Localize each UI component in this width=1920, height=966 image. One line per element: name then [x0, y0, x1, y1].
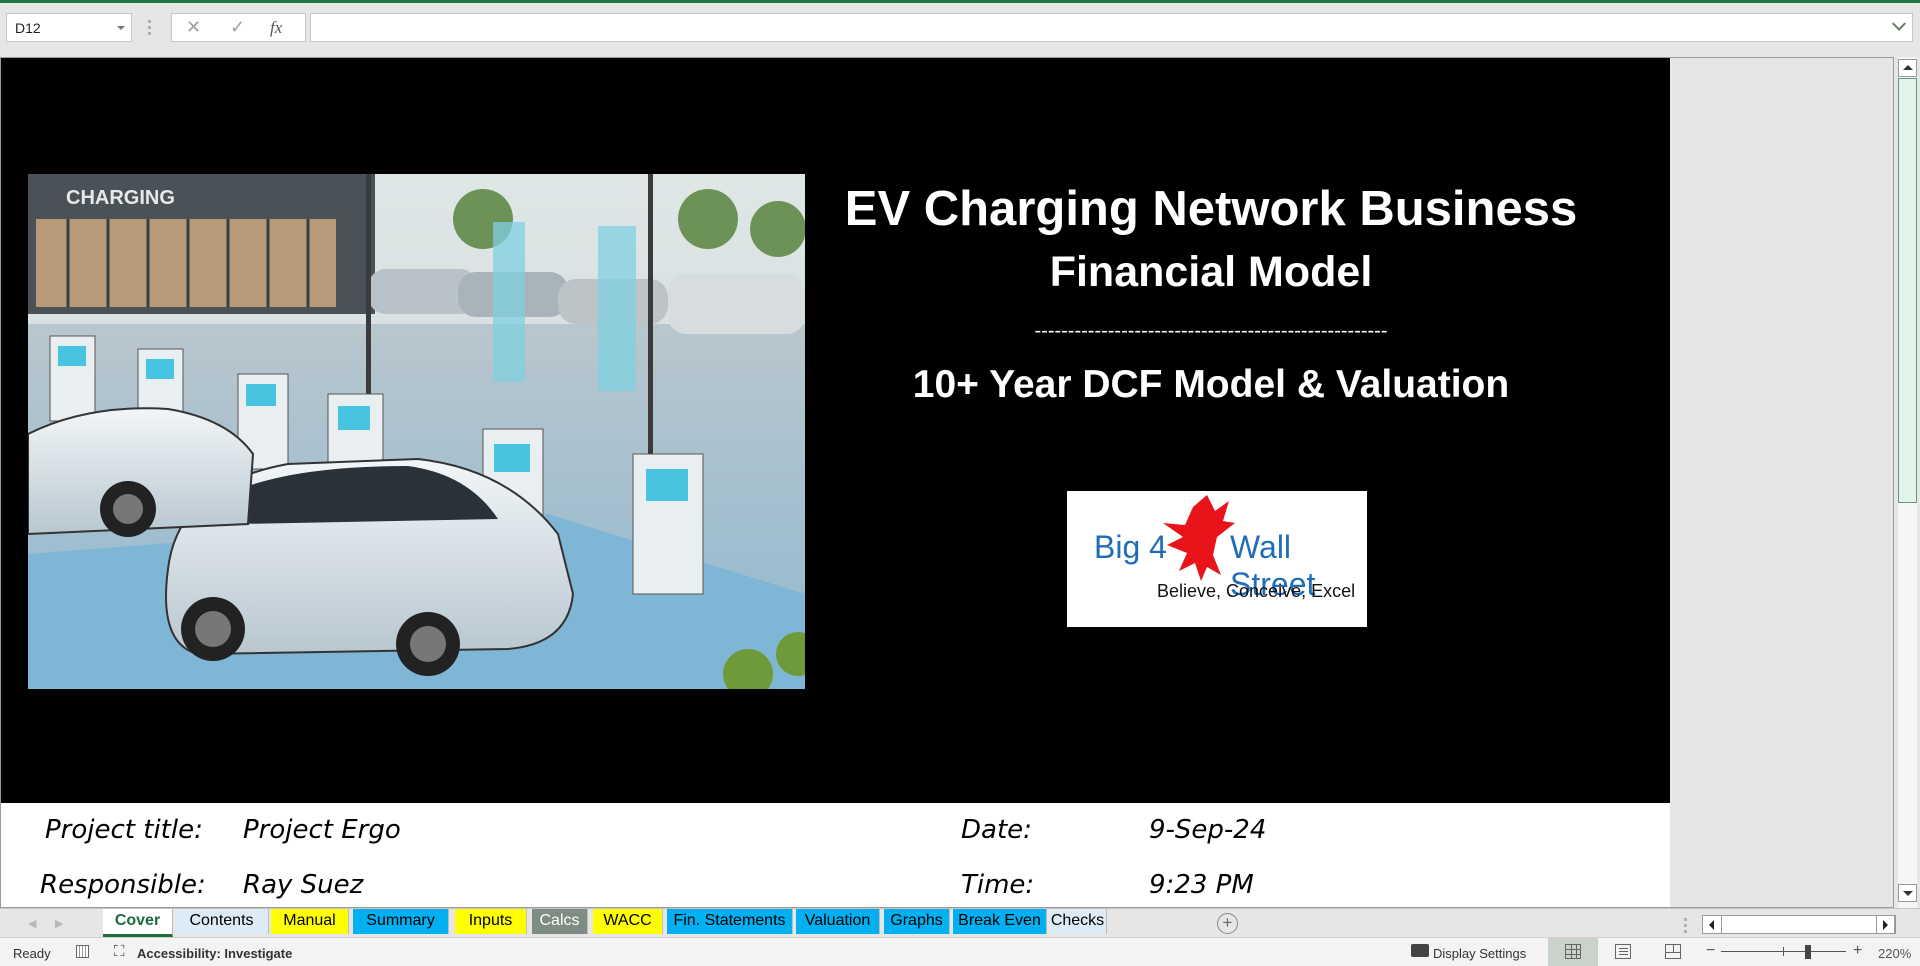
formula-input[interactable] — [310, 13, 1913, 42]
display-settings-button[interactable]: Display Settings — [1433, 946, 1526, 961]
tab-split-grip[interactable] — [1684, 918, 1687, 936]
page-layout-view-button[interactable] — [1598, 938, 1648, 966]
next-sheet-icon[interactable]: ▶ — [55, 917, 63, 930]
chevron-down-icon[interactable] — [117, 26, 125, 30]
enter-check-icon[interactable]: ✓ — [230, 17, 245, 38]
ev-charging-photo[interactable]: CHARGING — [28, 174, 805, 689]
charging-sign: CHARGING — [66, 187, 175, 209]
time-value[interactable]: 9:23 PM — [1149, 870, 1254, 900]
scroll-down-icon[interactable] — [1898, 884, 1917, 902]
page-break-icon — [1665, 944, 1681, 959]
insert-function-icon[interactable]: fx — [270, 18, 282, 38]
big4-wallstreet-logo[interactable]: Big 4 Wall Street Believe, Conceive, Exc… — [1067, 491, 1367, 627]
logo-tagline: Believe, Conceive, Excel — [1157, 581, 1356, 601]
tab-valuation[interactable]: Valuation — [796, 909, 880, 934]
horizontal-scrollbar[interactable] — [1702, 915, 1896, 934]
add-sheet-button[interactable]: + — [1217, 913, 1238, 934]
tab-graphs[interactable]: Graphs — [884, 909, 950, 934]
tab-wacc[interactable]: WACC — [593, 909, 663, 934]
accessibility-icon[interactable]: ⛶ — [114, 943, 125, 960]
date-value[interactable]: 9-Sep-24 — [1149, 815, 1266, 845]
cover-tagline: 10+ Year DCF Model & Valuation — [912, 363, 1510, 406]
normal-view-button[interactable] — [1548, 938, 1598, 966]
cover-subtitle: Financial Model — [1049, 248, 1373, 296]
page-layout-icon — [1615, 944, 1631, 959]
eagle-icon — [1163, 495, 1235, 581]
zoom-in-button[interactable]: + — [1853, 942, 1862, 960]
cover-separator: ----------------------------------------… — [1034, 320, 1388, 342]
vertical-scrollbar[interactable] — [1898, 57, 1917, 908]
grid-icon — [1565, 944, 1581, 959]
status-bar: Ready ⛶ Accessibility: Investigate Displ… — [0, 937, 1920, 966]
worksheet-grid[interactable]: CHARGING EV Charging Network Business Fi… — [0, 57, 1894, 908]
scroll-right-icon[interactable] — [1876, 915, 1895, 934]
logo-text-left: Big 4 — [1094, 529, 1167, 565]
zoom-level[interactable]: 220% — [1878, 946, 1911, 961]
expand-formula-bar-icon[interactable] — [1891, 16, 1907, 31]
tab-summary[interactable]: Summary — [353, 909, 449, 934]
tab-checks[interactable]: Checks — [1049, 909, 1107, 934]
cover-banner: CHARGING EV Charging Network Business Fi… — [1, 58, 1670, 803]
zoom-slider-midmark — [1783, 947, 1784, 956]
page-break-view-button[interactable] — [1648, 938, 1698, 966]
tab-manual[interactable]: Manual — [271, 909, 349, 934]
tab-calcs[interactable]: Calcs — [532, 909, 588, 934]
scroll-up-icon[interactable] — [1898, 59, 1917, 77]
zoom-out-button[interactable]: − — [1706, 942, 1715, 960]
macro-recorder-icon[interactable] — [76, 945, 89, 958]
name-box[interactable]: D12 — [6, 13, 132, 42]
vertical-scroll-thumb[interactable] — [1898, 78, 1917, 503]
name-box-value: D12 — [15, 20, 41, 36]
time-label: Time: — [961, 870, 1035, 900]
responsible-value[interactable]: Ray Suez — [243, 870, 363, 900]
tab-inputs[interactable]: Inputs — [455, 909, 527, 934]
project-title-value[interactable]: Project Ergo — [243, 815, 401, 845]
formula-bar-actions: ✕ ✓ fx — [171, 13, 306, 42]
tab-fin-statements[interactable]: Fin. Statements — [667, 909, 793, 934]
zoom-slider-thumb[interactable] — [1805, 945, 1811, 959]
sheet-tab-bar: ◀ ▶ Cover Contents Manual Summary Inputs… — [0, 908, 1920, 937]
status-ready: Ready — [13, 946, 51, 961]
responsible-label: Responsible: — [40, 870, 206, 900]
formula-bar-grip[interactable] — [148, 20, 152, 36]
display-settings-icon[interactable] — [1411, 944, 1429, 957]
project-title-label: Project title: — [45, 815, 203, 845]
tab-break-even[interactable]: Break Even — [953, 909, 1047, 934]
scroll-left-icon[interactable] — [1703, 916, 1722, 933]
date-label: Date: — [961, 815, 1032, 845]
accessibility-status[interactable]: Accessibility: Investigate — [137, 946, 292, 961]
ev-charging-illustration: CHARGING — [28, 174, 805, 689]
tab-cover[interactable]: Cover — [103, 909, 173, 937]
cancel-icon[interactable]: ✕ — [186, 17, 201, 38]
prev-sheet-icon[interactable]: ◀ — [28, 917, 36, 930]
cover-title: EV Charging Network Business — [844, 182, 1578, 236]
tab-contents[interactable]: Contents — [175, 909, 269, 934]
